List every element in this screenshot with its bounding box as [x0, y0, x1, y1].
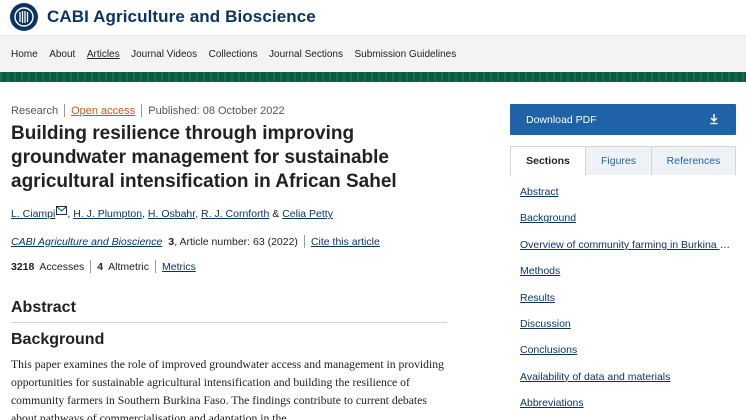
author-link[interactable]: R. J. Cornforth — [201, 208, 269, 220]
divider — [154, 260, 156, 273]
section-link-abbreviations[interactable]: Abbreviations — [520, 397, 736, 420]
tab-sections[interactable]: Sections — [510, 146, 586, 176]
section-link-results[interactable]: Results — [520, 292, 736, 318]
section-link-conclusions[interactable]: Conclusions — [520, 344, 736, 370]
tab-references[interactable]: References — [652, 146, 736, 175]
journal-title[interactable]: CABI Agriculture and Bioscience — [47, 7, 316, 27]
section-link-discussion[interactable]: Discussion — [520, 318, 736, 344]
open-access-link[interactable]: Open access — [71, 105, 135, 117]
accesses-label: Accesses — [39, 260, 85, 273]
sidebar-tabs: Sections Figures References — [510, 146, 736, 176]
article-title: Building resilience through improving gr… — [11, 123, 397, 192]
background-heading: Background — [11, 331, 105, 348]
nav-collections[interactable]: Collections — [209, 49, 258, 60]
divider — [64, 104, 66, 117]
author-separator: , — [195, 208, 199, 220]
abstract-paragraph: This paper examines the role of improved… — [11, 358, 444, 420]
nav-journal-videos[interactable]: Journal Videos — [131, 49, 197, 60]
divider — [303, 235, 305, 248]
author-separator: , — [67, 208, 71, 220]
nav-about[interactable]: About — [49, 49, 75, 60]
cabi-logo-icon[interactable] — [10, 3, 38, 31]
nav-articles[interactable]: Articles — [87, 49, 120, 60]
main-nav: Home About Articles Journal Videos Colle… — [0, 35, 746, 72]
metrics-row: 3218 Accesses 4 Altmetric Metrics — [11, 260, 196, 273]
article-number: , Article number: 63 (2022) — [174, 235, 298, 248]
author-link[interactable]: H. Osbahr — [148, 208, 195, 220]
altmetric-count: 4 — [97, 260, 104, 273]
journal-header: CABI Agriculture and Bioscience — [0, 0, 746, 34]
author-link[interactable]: H. J. Plumpton — [73, 208, 142, 220]
nav-journal-sections[interactable]: Journal Sections — [269, 49, 343, 60]
article-type: Research — [11, 104, 59, 117]
journal-link[interactable]: CABI Agriculture and Bioscience — [11, 236, 162, 248]
citation-row: CABI Agriculture and Bioscience 3 , Arti… — [11, 235, 380, 248]
author-list: L. Ciampi, H. J. Plumpton, H. Osbahr, R.… — [11, 206, 333, 220]
download-pdf-label: Download PDF — [526, 113, 597, 126]
section-list: Abstract Background Overview of communit… — [520, 186, 736, 420]
section-link-abstract[interactable]: Abstract — [520, 186, 736, 212]
nav-home[interactable]: Home — [11, 49, 38, 60]
author-link[interactable]: Celia Petty — [282, 208, 333, 220]
published-date: Published: 08 October 2022 — [148, 104, 285, 117]
nav-submission-guidelines[interactable]: Submission Guidelines — [354, 49, 456, 60]
section-link-overview[interactable]: Overview of community farming in Burkina… — [520, 239, 736, 265]
metrics-link[interactable]: Metrics — [162, 261, 196, 273]
email-icon[interactable] — [56, 206, 68, 218]
divider — [90, 260, 92, 273]
abstract-heading: Abstract — [11, 299, 447, 323]
tab-figures[interactable]: Figures — [586, 146, 652, 175]
download-icon — [709, 113, 719, 128]
altmetric-label: Altmetric — [108, 260, 149, 273]
section-link-data-availability[interactable]: Availability of data and materials — [520, 371, 736, 397]
download-pdf-button[interactable]: Download PDF — [510, 104, 736, 135]
author-link[interactable]: L. Ciampi — [11, 208, 55, 220]
author-separator: , — [142, 208, 145, 220]
author-and: & — [272, 208, 280, 220]
section-link-methods[interactable]: Methods — [520, 265, 736, 291]
section-link-background[interactable]: Background — [520, 212, 736, 238]
accesses-count: 3218 — [11, 260, 35, 273]
decorative-band — [0, 72, 746, 82]
divider — [141, 104, 143, 117]
article-meta: Research Open access Published: 08 Octob… — [11, 104, 285, 117]
cite-link[interactable]: Cite this article — [311, 236, 380, 248]
